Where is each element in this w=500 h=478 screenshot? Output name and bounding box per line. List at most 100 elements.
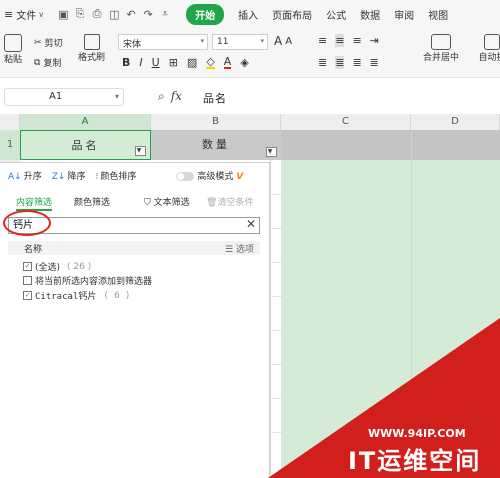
redo-icon[interactable]: ↷ [143, 8, 153, 21]
cell-a1[interactable]: 品名 ▼ [20, 130, 151, 160]
sort-descending-button[interactable]: Z↓ 降序 [52, 169, 86, 182]
shrink-font-icon[interactable]: A [285, 36, 292, 47]
font-color-icon[interactable]: A [223, 56, 232, 69]
tab-data[interactable]: 数据 [360, 7, 380, 22]
list-header-name: 名称 [24, 245, 43, 255]
column-header-b[interactable]: B [151, 114, 281, 130]
gridline [270, 398, 281, 399]
tab-page-layout[interactable]: 页面布局 [272, 7, 312, 22]
filter-tabs: 内容筛选 颜色筛选 ⛉ 文本筛选 🗑清空条件 [0, 191, 270, 211]
close-icon[interactable]: ✕ [246, 217, 256, 231]
brush-icon [83, 34, 100, 50]
font-name-select[interactable]: 宋体 ▾ [118, 34, 208, 50]
zoom-search-icon[interactable]: ⌕ [158, 89, 165, 104]
ribbon: 粘贴 ✂ 剪切 ⧉ 复制 格式刷 宋体 ▾ 11 ▾ A A B I U ⊞ ▨… [0, 28, 500, 78]
border-icon[interactable]: ⊞ [169, 56, 178, 69]
formula-icons: ⌕ fx [158, 89, 182, 104]
fill-color-icon[interactable]: ▨ [187, 56, 197, 69]
highlight-icon[interactable]: ◇ [206, 56, 215, 69]
file-menu[interactable]: ≡ 文件 ∨ [4, 7, 44, 22]
print-icon[interactable]: ⎙ [92, 7, 102, 21]
bold-icon[interactable]: B [122, 56, 130, 69]
tab-formulas[interactable]: 公式 [326, 7, 346, 22]
column-header-c[interactable]: C [281, 114, 411, 130]
sort-toolbar: A↓ 升序 Z↓ 降序 ⁝ 颜色排序 高级模式 V [8, 169, 243, 182]
filter-item-citracal[interactable]: ✓ Citracal钙片 ( 6 ) [23, 289, 130, 302]
name-box-value: A1 [49, 91, 63, 102]
copy-icon: ⧉ [34, 57, 41, 68]
align-top-icon[interactable]: ≡ [318, 34, 327, 47]
scissors-icon: ✂ [34, 37, 42, 48]
filter-item-select-all[interactable]: ✓ (全选) ( 26 ) [23, 260, 91, 273]
column-b-edge [270, 160, 281, 478]
filter-dropdown-icon[interactable]: ▼ [266, 147, 277, 157]
filter-item-label: 将当前所选内容添加到筛选器 [35, 277, 153, 287]
align-left-icon[interactable]: ≣ [318, 56, 327, 69]
clear-format-icon[interactable]: ◈ [240, 56, 248, 69]
indent-icon[interactable]: ⇥ [370, 34, 379, 47]
gridline [270, 194, 281, 195]
paste-button[interactable]: 粘贴 [4, 34, 22, 65]
underline-icon[interactable]: U [152, 56, 160, 69]
italic-icon[interactable]: I [139, 56, 142, 69]
trash-icon: 🗑 [206, 198, 218, 208]
advanced-mode-toggle[interactable]: 高级模式 V [176, 169, 243, 182]
name-box[interactable]: A1 ▾ [4, 88, 124, 106]
tab-content-filter[interactable]: 内容筛选 [16, 195, 53, 211]
gridline [270, 228, 281, 229]
list-options-button[interactable]: ☰ 选项 [225, 242, 254, 255]
format-painter-button[interactable]: 格式刷 [78, 34, 105, 63]
tab-insert[interactable]: 插入 [238, 7, 258, 22]
color-sort-icon: ⁝ [95, 172, 99, 182]
align-bottom-icon[interactable]: ≡ [352, 34, 361, 47]
wrap-icon [484, 34, 500, 50]
filter-item-label: Citracal钙片 [35, 292, 97, 302]
clear-condition-button[interactable]: 🗑清空条件 [206, 195, 253, 208]
align-bottom-row: ≣ ≣ ≣ ≣ [318, 56, 379, 69]
advanced-mode-label: 高级模式 [197, 172, 234, 182]
tab-view[interactable]: 视图 [428, 7, 448, 22]
copy-button[interactable]: ⧉ 复制 [34, 56, 61, 70]
clipboard-icon [4, 34, 22, 52]
align-center-icon[interactable]: ≣ [335, 56, 345, 69]
font-size-value: 11 [217, 37, 229, 47]
export-icon[interactable]: ⎘ [75, 7, 85, 21]
tab-review[interactable]: 审阅 [394, 7, 414, 22]
align-right-icon[interactable]: ≣ [352, 56, 361, 69]
merge-center-button[interactable]: 合并居中 [420, 34, 462, 63]
column-header-a[interactable]: A [20, 114, 151, 130]
cut-button[interactable]: ✂ 剪切 [34, 36, 63, 50]
filter-dropdown-icon[interactable]: ▼ [135, 146, 146, 156]
sort-ascending-button[interactable]: A↓ 升序 [8, 169, 42, 182]
save-icon[interactable]: ▣ [58, 8, 68, 21]
format-buttons: B I U ⊞ ▨ ◇ A ◈ [122, 56, 249, 69]
filter-item-count: ( 6 ) [103, 290, 131, 301]
checkbox-unchecked[interactable] [23, 276, 32, 285]
justify-icon[interactable]: ≣ [370, 56, 379, 69]
grow-font-icon[interactable]: A [274, 34, 282, 48]
cell-b1[interactable]: 数量 ▼ [151, 130, 281, 160]
filter-item-add-to-filter[interactable]: 将当前所选内容添加到筛选器 [23, 274, 152, 287]
filter-item-count: ( 26 ) [67, 261, 92, 272]
checkbox-checked[interactable]: ✓ [23, 291, 32, 300]
tab-color-filter[interactable]: 颜色筛选 [74, 195, 110, 208]
sort-by-color-button[interactable]: ⁝ 颜色排序 [95, 169, 136, 182]
formula-content[interactable]: 品名 [203, 90, 227, 106]
select-all-corner[interactable] [0, 114, 20, 130]
filter-search-input[interactable]: 钙片 ✕ [8, 217, 260, 234]
fx-icon[interactable]: fx [171, 89, 182, 104]
column-header-d[interactable]: D [411, 114, 500, 130]
font-size-select[interactable]: 11 ▾ [212, 34, 268, 50]
text-filter-button[interactable]: ⛉ 文本筛选 [144, 195, 190, 208]
align-middle-icon[interactable]: ≡ [335, 34, 345, 47]
auto-wrap-button[interactable]: 自动换 [472, 34, 500, 63]
chevron-down-icon: ▾ [260, 37, 264, 45]
customize-icon[interactable]: ⩡ [160, 7, 170, 21]
tab-home[interactable]: 开始 [186, 3, 225, 25]
filter-item-label: (全选) [35, 263, 61, 273]
print-preview-icon[interactable]: ◫ [109, 8, 119, 21]
checkbox-checked[interactable]: ✓ [23, 262, 32, 271]
undo-icon[interactable]: ↶ [126, 8, 136, 21]
row-header-1[interactable]: 1 [0, 130, 20, 160]
filter-popup: A↓ 升序 Z↓ 降序 ⁝ 颜色排序 高级模式 V 内容筛选 颜色筛选 ⛉ 文本筛选 … [0, 162, 270, 478]
